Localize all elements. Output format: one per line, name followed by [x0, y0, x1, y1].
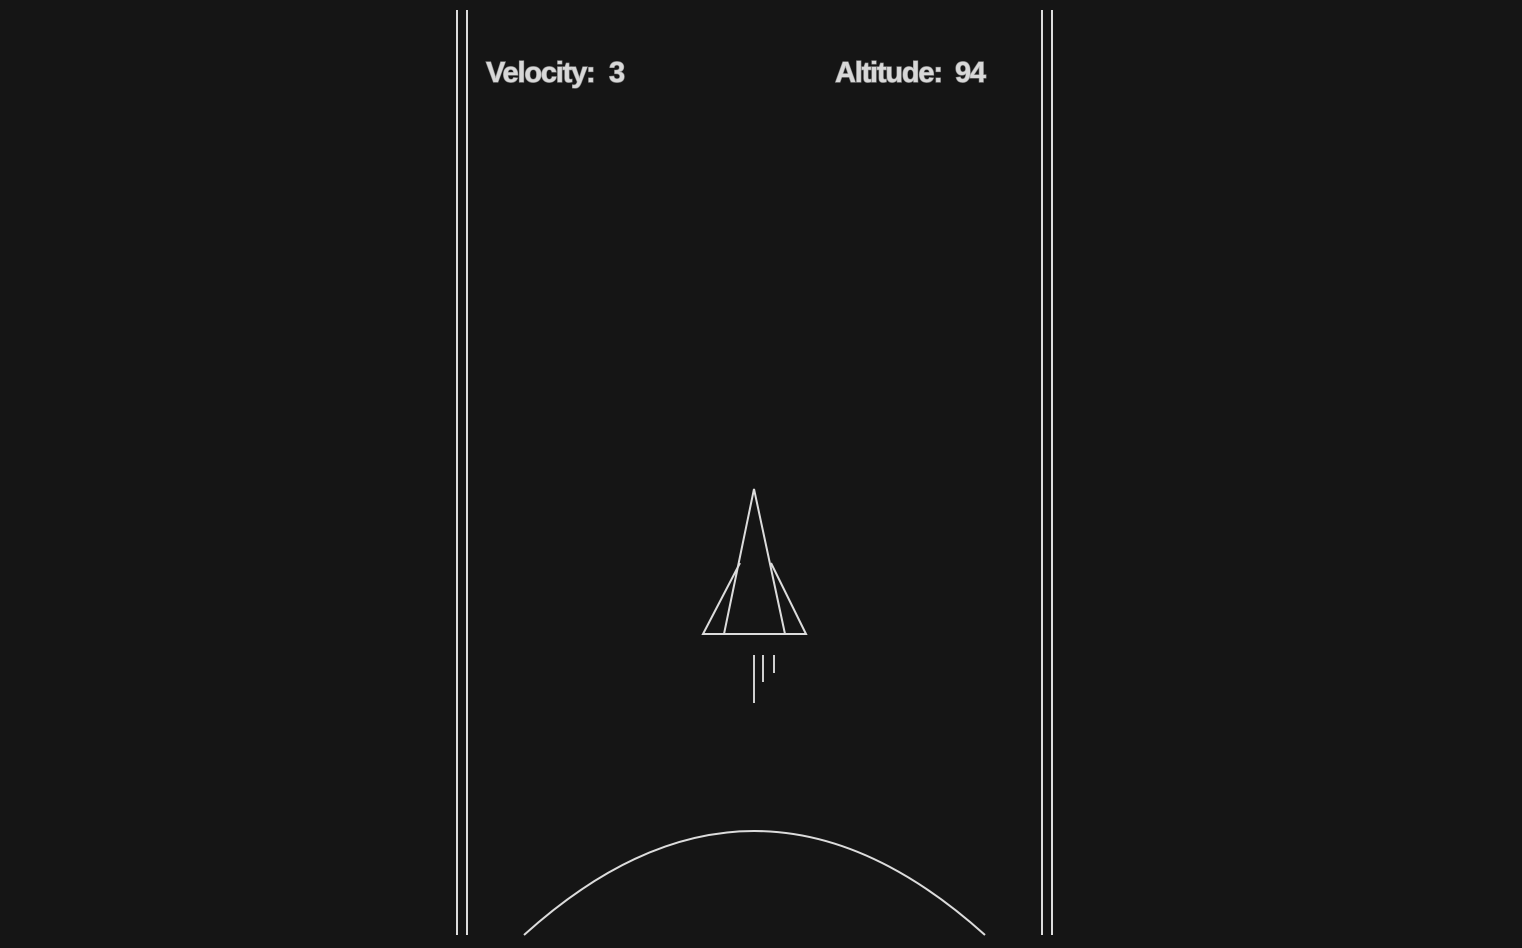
altitude-readout: Altitude: 94: [834, 56, 987, 89]
game-canvas[interactable]: Velocity: 3 Altitude: 94: [0, 0, 1522, 948]
altitude-label: Altitude:: [835, 57, 942, 89]
game-stage[interactable]: Velocity: 3 Altitude: 94: [0, 0, 1522, 948]
left-boundary-wall: [456, 10, 468, 935]
altitude-value: 94: [955, 57, 986, 89]
velocity-label: Velocity:: [486, 57, 594, 89]
right-boundary-wall: [1041, 10, 1053, 935]
exhaust-flame-icon: [753, 655, 775, 703]
rocket-ship-icon: [701, 488, 808, 635]
velocity-readout: Velocity: 3: [485, 56, 626, 89]
planet-arc-icon: [523, 830, 986, 936]
velocity-value: 3: [609, 57, 625, 89]
